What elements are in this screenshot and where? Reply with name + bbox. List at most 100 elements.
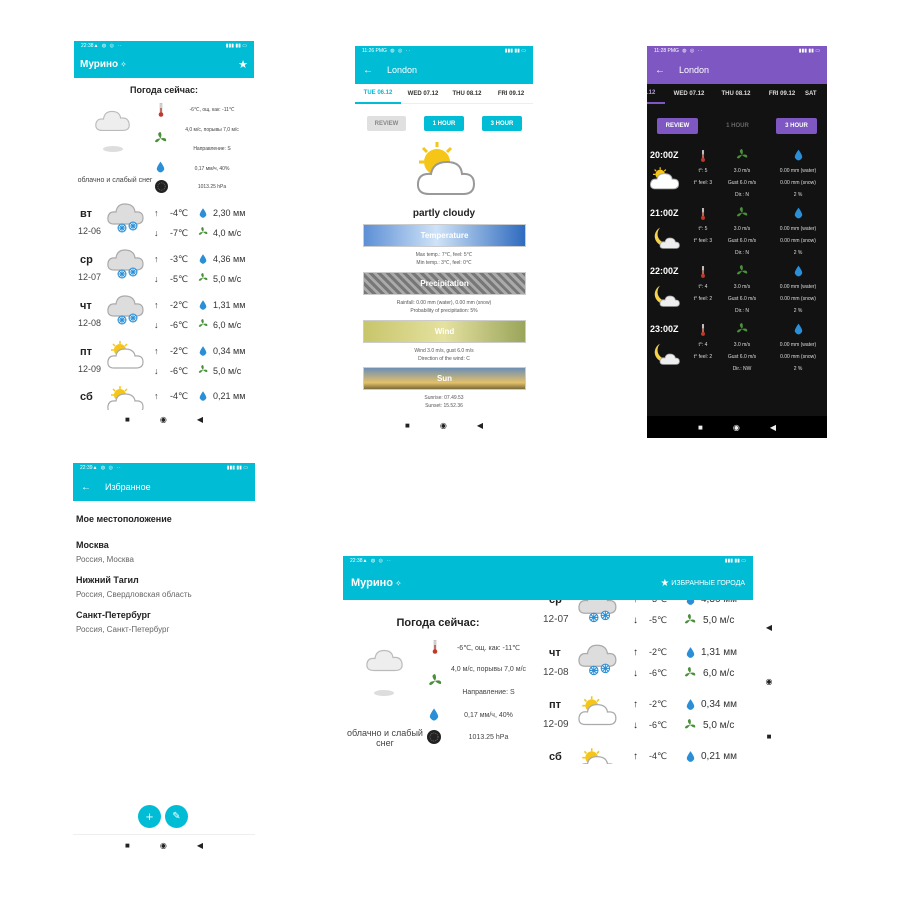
list-item[interactable]: Москва Россия, Москва bbox=[76, 540, 134, 564]
status-bar: 22:38 ▲ ◍ ◎ ·· ▮▮▮ ▮▮ ▭ bbox=[74, 41, 254, 51]
list-item[interactable]: 22:00Z t°: 4 t° feel: 2 3.0 m/s Gust 6.0 m/s… bbox=[647, 262, 827, 320]
home-button[interactable]: ◉ bbox=[733, 423, 740, 432]
back-arrow-icon[interactable]: ← bbox=[363, 65, 373, 76]
list-item[interactable]: 20:00Z t°: 5 t° feel: 3 3.0 m/s Gust 6.0 m/s… bbox=[647, 146, 827, 204]
one-hour-button[interactable]: 1 HOUR bbox=[424, 116, 464, 131]
drop-icon bbox=[686, 751, 695, 762]
edit-button[interactable]: ✎ bbox=[165, 805, 188, 828]
status-icons: ▲ ◍ ◎ ·· bbox=[362, 558, 392, 564]
tab-day[interactable]: THU 08.12 bbox=[445, 91, 489, 97]
my-location-item[interactable]: Мое местоположение bbox=[76, 514, 172, 524]
daily-forecast-list[interactable]: ср 12-07 ↑ -3℃ ↓ -5℃ 4,36 мм 5,0 м/с чт 12-08 ↑ -2℃… bbox=[539, 600, 753, 764]
list-item[interactable]: ср 12-07 ↑ -3℃ ↓ -5℃ 4,36 мм 5,0 м/с bbox=[74, 250, 254, 296]
three-hour-button[interactable]: 3 HOUR bbox=[776, 118, 817, 134]
temp-low: -7℃ bbox=[170, 228, 189, 238]
recents-button[interactable]: ■ bbox=[698, 423, 703, 432]
temp-feel: t° feel: 2 bbox=[693, 296, 713, 302]
list-item[interactable]: 21:00Z t°: 5 t° feel: 3 3.0 m/s Gust 6.0 m/s… bbox=[647, 204, 827, 262]
back-button[interactable]: ◀ bbox=[770, 423, 776, 432]
wind-banner[interactable]: Wind bbox=[363, 320, 526, 343]
recents-button[interactable]: ■ bbox=[405, 421, 410, 430]
drop-icon bbox=[156, 161, 165, 173]
current-temp: -6℃, ощ. как: -11℃ bbox=[456, 645, 521, 652]
day-date: 12-08 bbox=[78, 318, 102, 328]
status-icons: G ◍ ◎ ·· bbox=[675, 48, 704, 54]
back-button[interactable]: ◀ bbox=[766, 623, 772, 632]
wind-icon bbox=[684, 667, 696, 679]
back-button[interactable]: ◀ bbox=[197, 415, 203, 424]
precip-amount: 0,21 мм bbox=[213, 391, 246, 401]
hour-time: 23:00Z bbox=[650, 324, 679, 334]
tab-day[interactable]: FRI 09.12 bbox=[759, 91, 805, 97]
nav-bar: ■ ◉ ◀ bbox=[647, 416, 827, 438]
precip-snow: 0.00 mm (snow) bbox=[780, 180, 816, 186]
recents-button[interactable]: ■ bbox=[125, 415, 130, 424]
favorites-star-icon[interactable]: ★ bbox=[238, 58, 248, 71]
current-cloud-icon bbox=[365, 646, 405, 673]
back-arrow-icon[interactable]: ← bbox=[655, 65, 665, 76]
precipitation-banner[interactable]: Precipitation bbox=[363, 272, 526, 295]
wind-icon bbox=[736, 207, 748, 219]
recents-button[interactable]: ■ bbox=[125, 841, 130, 850]
review-button[interactable]: REVIEW bbox=[367, 116, 406, 131]
drop-icon bbox=[686, 699, 695, 710]
temp-low: -6℃ bbox=[649, 668, 668, 678]
tab-day[interactable]: FRI 09.12 bbox=[489, 91, 533, 97]
recents-button[interactable]: ■ bbox=[767, 732, 772, 741]
sun-banner[interactable]: Sun bbox=[363, 367, 526, 390]
drop-icon bbox=[794, 323, 803, 335]
three-hour-button[interactable]: 3 HOUR bbox=[482, 116, 522, 131]
tab-day[interactable]: WED 07.12 bbox=[665, 91, 713, 97]
wind-speed: 5,0 м/с bbox=[213, 274, 242, 284]
favorites-button[interactable]: ИЗБРАННЫЕ ГОРОДА bbox=[671, 580, 745, 587]
temperature-banner[interactable]: Temperature bbox=[363, 224, 526, 247]
home-button[interactable]: ◉ bbox=[440, 421, 447, 430]
list-item[interactable]: чт 12-08 ↑ -2℃ ↓ -6℃ 1,31 мм 6,0 м/с bbox=[74, 296, 254, 342]
city-name: Нижний Тагил bbox=[76, 575, 139, 585]
home-button[interactable]: ◉ bbox=[160, 415, 167, 424]
list-item[interactable]: Нижний Тагил Россия, Свердловская област… bbox=[76, 575, 192, 599]
one-hour-button[interactable]: 1 HOUR bbox=[717, 118, 758, 134]
list-item[interactable]: вт 12-06 ↑ -4℃ ↓ -7℃ 2,30 мм 4,0 м/с bbox=[74, 204, 254, 250]
list-item[interactable]: пт 12-09 ↑ -2℃ ↓ -6℃ 0,34 мм 5,0 м/с bbox=[539, 695, 753, 745]
arrow-down-icon: ↓ bbox=[154, 320, 159, 330]
pencil-icon: ✎ bbox=[172, 811, 181, 822]
arrow-down-icon: ↓ bbox=[154, 228, 159, 238]
list-item[interactable]: пт 12-09 ↑ -2℃ ↓ -6℃ 0,34 мм 5,0 м/с bbox=[74, 342, 254, 388]
ground-shadow-icon bbox=[103, 146, 123, 152]
favorites-star-icon[interactable]: ★ bbox=[660, 578, 669, 589]
drop-icon bbox=[794, 265, 803, 277]
wind-speed: 3.0 m/s bbox=[733, 284, 751, 290]
list-item[interactable]: ср 12-07 ↑ -3℃ ↓ -5℃ 4,36 мм 5,0 м/с bbox=[539, 600, 753, 640]
status-right-icons: ▮▮▮ ▮▮ ▭ bbox=[225, 43, 247, 49]
tab-day[interactable]: .12 bbox=[647, 84, 665, 104]
tab-day[interactable]: SAT bbox=[805, 91, 827, 97]
temp-high: -3℃ bbox=[649, 600, 667, 605]
tab-day[interactable]: THU 08.12 bbox=[713, 91, 759, 97]
list-item[interactable]: Санкт-Петербург Россия, Санкт-Петербург bbox=[76, 610, 169, 634]
back-arrow-icon[interactable]: ← bbox=[81, 482, 91, 493]
weather-icon bbox=[649, 166, 681, 194]
list-item[interactable]: чт 12-08 ↑ -2℃ ↓ -6℃ 1,31 мм 6,0 м/с bbox=[539, 643, 753, 693]
tab-day[interactable]: TUE 06.12 bbox=[355, 84, 401, 104]
back-button[interactable]: ◀ bbox=[477, 421, 483, 430]
precip-water: 0.00 mm (water) bbox=[779, 168, 817, 174]
precip-amount: 1,31 мм bbox=[213, 300, 246, 310]
home-button[interactable]: ◉ bbox=[160, 841, 167, 850]
drop-icon bbox=[429, 708, 439, 721]
home-button[interactable]: ◉ bbox=[766, 677, 773, 686]
day-name: пт bbox=[549, 699, 562, 711]
tab-day[interactable]: WED 07.12 bbox=[401, 91, 445, 97]
temp-high: -2℃ bbox=[649, 699, 668, 709]
back-button[interactable]: ◀ bbox=[197, 841, 203, 850]
city-region: Россия, Москва bbox=[76, 555, 134, 564]
list-item[interactable]: сб ↑ -4℃ 0,21 мм bbox=[539, 747, 753, 764]
precip-amount: 4,36 мм bbox=[213, 254, 246, 264]
day-date: 12-08 bbox=[543, 667, 569, 678]
drop-icon bbox=[794, 207, 803, 219]
add-city-button[interactable]: + bbox=[138, 805, 161, 828]
temp: t°: 5 bbox=[698, 226, 708, 232]
drop-icon bbox=[686, 600, 695, 605]
list-item[interactable]: 23:00Z t°: 4 t° feel: 2 3.0 m/s Gust 6.0 m/s… bbox=[647, 320, 827, 378]
review-button[interactable]: REVIEW bbox=[657, 118, 698, 134]
